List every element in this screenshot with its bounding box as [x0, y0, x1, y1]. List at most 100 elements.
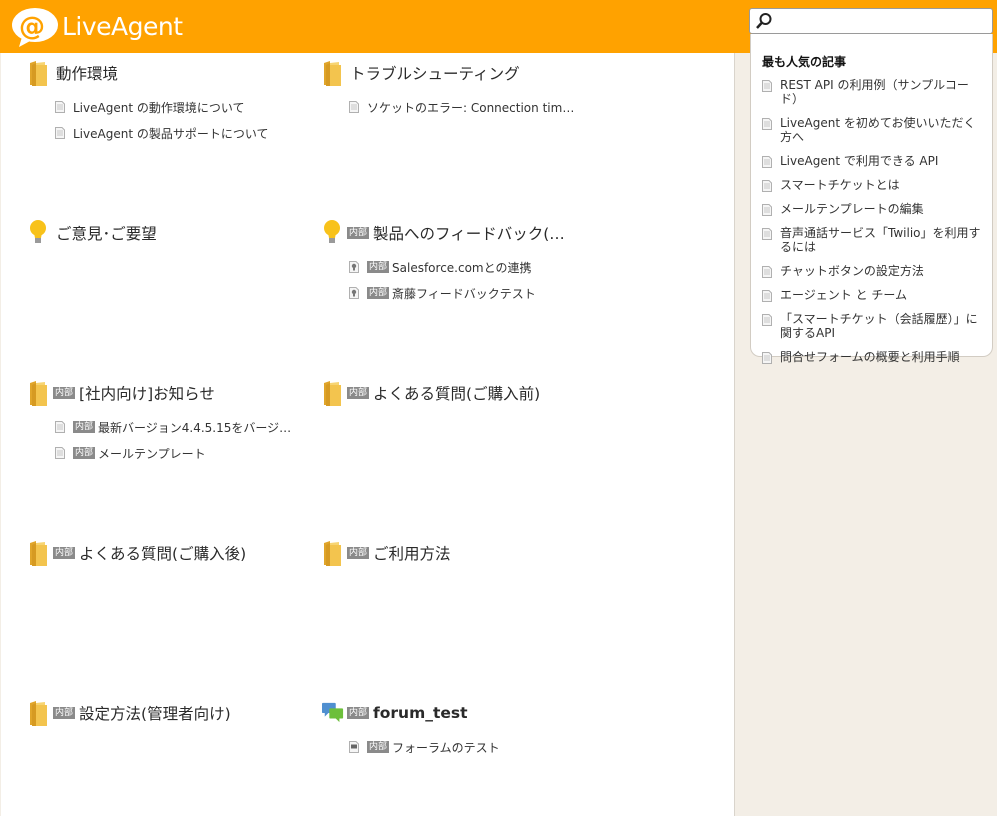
document-icon [762, 266, 772, 278]
popular-article-title[interactable]: REST API の利用例（サンプルコード） [780, 78, 985, 106]
search-box[interactable] [749, 8, 993, 34]
document-icon [762, 228, 772, 240]
category-block: 内部 製品へのフィードバック(… 内部 Salesforce.comとの連携 内部 斎藤フ… [322, 219, 612, 306]
category-block: ご意見･ご要望 [28, 219, 318, 247]
category-title[interactable]: 設定方法(管理者向け) [79, 702, 231, 724]
category-title[interactable]: 動作環境 [56, 62, 118, 84]
internal-badge: 内部 [73, 447, 96, 459]
popular-article-title[interactable]: メールテンプレートの編集 [780, 202, 985, 216]
popular-article-title[interactable]: スマートチケットとは [780, 178, 985, 192]
document-icon [762, 118, 772, 130]
popular-article-link[interactable]: REST API の利用例（サンプルコード） [762, 78, 988, 106]
internal-badge: 内部 [53, 387, 76, 399]
article-title[interactable]: LiveAgent の動作環境について [73, 99, 244, 116]
document-icon [762, 314, 772, 326]
popular-article-link[interactable]: エージェント と チーム [762, 288, 988, 302]
article-title[interactable]: LiveAgent の製品サポートについて [73, 125, 268, 142]
popular-article-link[interactable]: メールテンプレートの編集 [762, 202, 988, 216]
logo[interactable]: @ LiveAgent [10, 6, 183, 48]
article-link[interactable]: LiveAgent の製品サポートについて [55, 120, 318, 146]
liveagent-logo-icon: @ [10, 6, 60, 48]
category-block: 動作環境 LiveAgent の動作環境について LiveAgent の製品サポート… [28, 59, 318, 146]
popular-article-title[interactable]: エージェント と チーム [780, 288, 985, 302]
category-title[interactable]: ご意見･ご要望 [56, 222, 157, 244]
svg-text:@: @ [19, 12, 45, 42]
article-link[interactable]: 内部 メールテンプレート [55, 440, 318, 466]
article-link[interactable]: 内部 最新バージョン4.4.5.15をバージ… [55, 414, 318, 440]
article-link[interactable]: 内部 斎藤フィードバックテスト [349, 280, 612, 306]
document-icon [762, 290, 772, 302]
document-icon [55, 127, 65, 139]
article-list: 内部 フォーラムのテスト [349, 734, 612, 760]
popular-article-link[interactable]: 問合せフォームの概要と利用手順 [762, 350, 988, 364]
internal-badge: 内部 [367, 287, 390, 299]
category-header[interactable]: 内部 ご利用方法 [322, 539, 612, 567]
article-link[interactable]: 内部 Salesforce.comとの連携 [349, 254, 612, 280]
article-link[interactable]: 内部 フォーラムのテスト [349, 734, 612, 760]
popular-article-link[interactable]: LiveAgent を初めてお使いいただく方へ [762, 116, 988, 144]
document-icon [762, 352, 772, 364]
feedback-icon [349, 261, 359, 273]
search-input[interactable] [776, 11, 988, 31]
category-header[interactable]: トラブルシューティング [322, 59, 612, 87]
lightbulb-icon [322, 219, 344, 247]
article-title[interactable]: 斎藤フィードバックテスト [392, 285, 536, 302]
document-icon [55, 447, 65, 459]
category-header[interactable]: 内部 よくある質問(ご購入後) [28, 539, 318, 567]
article-title[interactable]: Salesforce.comとの連携 [392, 259, 531, 276]
forum-icon [322, 699, 344, 727]
category-title[interactable]: トラブルシューティング [350, 62, 520, 84]
category-header[interactable]: 内部 よくある質問(ご購入前) [322, 379, 612, 407]
category-header[interactable]: 内部 設定方法(管理者向け) [28, 699, 318, 727]
folder-icon [28, 699, 50, 727]
category-title[interactable]: よくある質問(ご購入前) [373, 382, 540, 404]
popular-article-title[interactable]: チャットボタンの設定方法 [780, 264, 985, 278]
internal-badge: 内部 [347, 547, 370, 559]
internal-badge: 内部 [347, 227, 370, 239]
folder-icon [28, 539, 50, 567]
article-title[interactable]: フォーラムのテスト [392, 739, 500, 756]
category-title[interactable]: 製品へのフィードバック(… [373, 222, 565, 244]
category-header[interactable]: ご意見･ご要望 [28, 219, 318, 247]
document-icon [55, 421, 65, 433]
category-title[interactable]: よくある質問(ご購入後) [79, 542, 246, 564]
folder-icon [322, 59, 344, 87]
article-list: 内部 Salesforce.comとの連携 内部 斎藤フィードバックテスト [349, 254, 612, 306]
category-header[interactable]: 内部 [社内向け]お知らせ [28, 379, 318, 407]
category-header[interactable]: 内部 forum_test [322, 699, 612, 727]
article-title[interactable]: ソケットのエラー: Connection timed out [367, 99, 577, 116]
search-icon[interactable] [755, 12, 773, 30]
folder-icon [28, 379, 50, 407]
brand-name: LiveAgent [62, 12, 183, 41]
popular-article-link[interactable]: LiveAgent で利用できる API [762, 154, 988, 168]
category-block: 内部 ご利用方法 [322, 539, 612, 567]
document-icon [55, 101, 65, 113]
category-block: 内部 forum_test 内部 フォーラムのテスト [322, 699, 612, 760]
popular-article-title[interactable]: 音声通話サービス「Twilio」を利用するには [780, 226, 985, 254]
popular-articles-title: 最も人気の記事 [762, 55, 847, 69]
category-block: 内部 よくある質問(ご購入前) [322, 379, 612, 407]
folder-icon [322, 539, 344, 567]
popular-article-title[interactable]: 問合せフォームの概要と利用手順 [780, 350, 985, 364]
popular-article-link[interactable]: 音声通話サービス「Twilio」を利用するには [762, 226, 988, 254]
category-title[interactable]: ご利用方法 [373, 542, 451, 564]
popular-article-link[interactable]: スマートチケットとは [762, 178, 988, 192]
popular-article-title[interactable]: 「スマートチケット（会話履歴）」に関するAPI [780, 312, 985, 340]
category-header[interactable]: 内部 製品へのフィードバック(… [322, 219, 612, 247]
article-link[interactable]: LiveAgent の動作環境について [55, 94, 318, 120]
popular-article-title[interactable]: LiveAgent で利用できる API [780, 154, 985, 168]
category-block: 内部 [社内向け]お知らせ 内部 最新バージョン4.4.5.15をバージ… 内部 メールテ… [28, 379, 318, 466]
article-list: LiveAgent の動作環境について LiveAgent の製品サポートについて [55, 94, 318, 146]
popular-article-title[interactable]: LiveAgent を初めてお使いいただく方へ [780, 116, 985, 144]
article-link[interactable]: ソケットのエラー: Connection timed out [349, 94, 612, 120]
category-title[interactable]: [社内向け]お知らせ [79, 382, 215, 404]
popular-article-link[interactable]: チャットボタンの設定方法 [762, 264, 988, 278]
lightbulb-icon [28, 219, 50, 247]
article-title[interactable]: メールテンプレート [98, 445, 206, 462]
article-title[interactable]: 最新バージョン4.4.5.15をバージ… [98, 419, 291, 436]
category-title[interactable]: forum_test [373, 704, 468, 722]
popular-article-link[interactable]: 「スマートチケット（会話履歴）」に関するAPI [762, 312, 988, 340]
article-list: ソケットのエラー: Connection timed out [349, 94, 612, 120]
category-header[interactable]: 動作環境 [28, 59, 318, 87]
internal-badge: 内部 [53, 547, 76, 559]
